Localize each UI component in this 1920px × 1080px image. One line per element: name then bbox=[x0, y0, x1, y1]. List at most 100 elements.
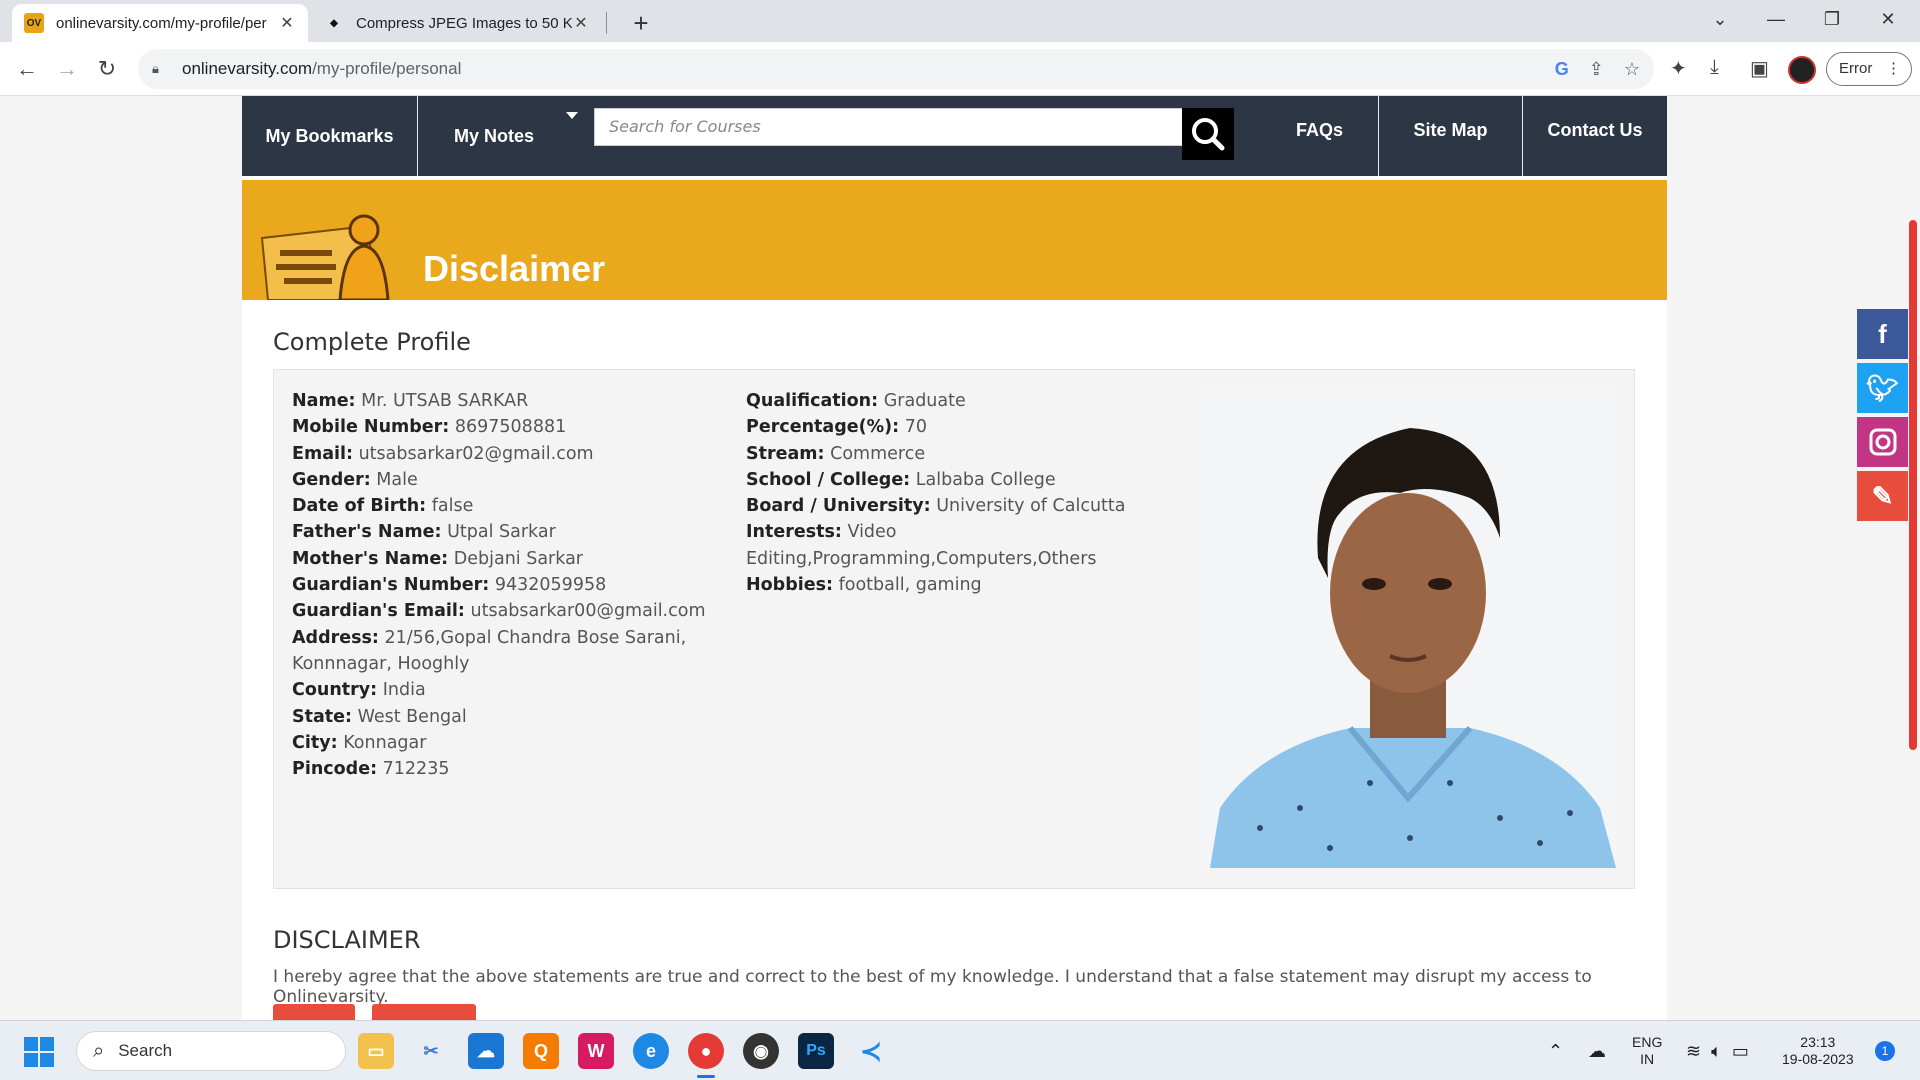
disclaimer-banner: Disclaimer bbox=[242, 180, 1667, 300]
language-code: ENG bbox=[1632, 1034, 1663, 1050]
address-bar[interactable]: 🔒︎ onlinevarsity.com/my-profile/personal… bbox=[138, 49, 1654, 89]
scrollbar-thumb[interactable] bbox=[1909, 220, 1917, 750]
twitter-icon[interactable]: 🐦︎ bbox=[1857, 363, 1908, 413]
onedrive-tray-icon[interactable]: ☁ bbox=[1588, 1021, 1606, 1080]
main-container: My Bookmarks My Notes Search for Courses… bbox=[242, 96, 1667, 1020]
tab-title: onlinevarsity.com/my-profile/per bbox=[56, 14, 267, 32]
obs-studio-icon[interactable]: ◉ bbox=[743, 1033, 779, 1069]
quickshare-app-icon[interactable]: Q bbox=[523, 1033, 559, 1069]
vscode-icon[interactable]: ≺ bbox=[853, 1033, 889, 1069]
photoshop-icon[interactable]: Ps bbox=[798, 1033, 834, 1069]
reload-button[interactable]: ↻ bbox=[90, 52, 124, 86]
tab-divider bbox=[606, 12, 607, 34]
profile-row: Hobbies: football, gaming bbox=[746, 575, 982, 596]
system-tray-status[interactable]: ≋ 🔈︎ ▭ bbox=[1686, 1021, 1749, 1080]
language-indicator[interactable]: ENG IN bbox=[1632, 1021, 1662, 1080]
tab-onlinevarsity[interactable]: OV onlinevarsity.com/my-profile/per ✕ bbox=[12, 4, 308, 42]
profile-row: Name: Mr. UTSAB SARKAR bbox=[292, 391, 529, 411]
profile-details-panel: Name: Mr. UTSAB SARKAR Mobile Number: 86… bbox=[273, 369, 1635, 889]
volume-icon: 🔈︎ bbox=[1711, 1040, 1722, 1061]
kebab-menu-icon[interactable]: ⋮ bbox=[1886, 53, 1901, 85]
profile-row: Mobile Number: 8697508881 bbox=[292, 417, 567, 438]
lock-icon[interactable]: 🔒︎ bbox=[152, 61, 168, 77]
profile-avatar[interactable] bbox=[1788, 56, 1816, 84]
bookmark-star-icon[interactable]: ☆ bbox=[1624, 59, 1640, 80]
taskbar-search-label: Search bbox=[118, 1041, 173, 1060]
page-viewport: My Bookmarks My Notes Search for Courses… bbox=[0, 96, 1920, 1020]
close-tab-icon[interactable]: ✕ bbox=[278, 13, 296, 33]
url-path: /my-profile/personal bbox=[312, 59, 462, 78]
tab-compress-jpeg[interactable]: ◆ Compress JPEG Images to 50 KB ✕ bbox=[312, 4, 602, 42]
profile-row: Pincode: 712235 bbox=[292, 759, 450, 780]
disclaimer-heading: DISCLAIMER bbox=[273, 926, 421, 954]
profile-row: City: Konnagar bbox=[292, 732, 427, 753]
nav-site-map[interactable]: Site Map bbox=[1379, 96, 1522, 164]
winrar-app-icon[interactable]: W bbox=[578, 1033, 614, 1069]
taskbar-search-box[interactable]: ⌕ Search bbox=[76, 1031, 346, 1071]
course-search-input[interactable]: Search for Courses bbox=[594, 108, 1184, 146]
profile-row: Qualification: Graduate bbox=[746, 391, 966, 411]
clock-time: 23:13 bbox=[1800, 1034, 1836, 1050]
notification-badge[interactable]: 1 bbox=[1875, 1041, 1895, 1061]
compress-favicon-icon: ◆ bbox=[330, 17, 338, 29]
profile-row: Date of Birth: false bbox=[292, 496, 474, 517]
file-explorer-icon[interactable]: ▭ bbox=[358, 1033, 394, 1069]
profile-row: Address: 21/56,Gopal Chandra Bose Sarani… bbox=[292, 627, 687, 648]
windows-taskbar: ⌕ Search ▭ ✂ ☁ Q W e ● ◉ Ps ≺ ⌃ ☁ ENG IN… bbox=[0, 1020, 1920, 1080]
show-hidden-icons-icon[interactable]: ⌃ bbox=[1548, 1021, 1563, 1080]
tab-title: Compress JPEG Images to 50 KB bbox=[356, 14, 572, 32]
chrome-browser-icon[interactable]: ● bbox=[688, 1033, 724, 1069]
battery-icon: ▭ bbox=[1731, 1040, 1749, 1061]
tab-search-chevron-icon[interactable]: ⌄ bbox=[1692, 0, 1748, 42]
profile-photo-avatar bbox=[1200, 388, 1616, 868]
close-window-button[interactable]: ✕ bbox=[1860, 0, 1916, 42]
profile-row: Stream: Commerce bbox=[746, 443, 926, 464]
facebook-icon[interactable]: f bbox=[1857, 309, 1908, 359]
caret-down-icon[interactable] bbox=[566, 112, 578, 119]
search-button[interactable] bbox=[1182, 108, 1234, 160]
nav-faqs[interactable]: FAQs bbox=[1247, 96, 1392, 164]
instagram-icon[interactable] bbox=[1857, 417, 1908, 467]
back-button[interactable]: ← bbox=[10, 52, 44, 86]
profile-row: Country: India bbox=[292, 680, 426, 701]
new-tab-button[interactable]: + bbox=[624, 6, 658, 40]
edit-icon[interactable]: ✎ bbox=[1857, 471, 1908, 521]
google-lens-icon[interactable]: G bbox=[1555, 59, 1569, 80]
banner-title: Disclaimer bbox=[423, 248, 606, 289]
nav-my-bookmarks[interactable]: My Bookmarks bbox=[242, 96, 417, 176]
onedrive-icon[interactable]: ☁ bbox=[468, 1033, 504, 1069]
profile-row: Gender: Male bbox=[292, 469, 418, 490]
active-app-indicator bbox=[697, 1075, 715, 1078]
profile-row: Mother's Name: Debjani Sarkar bbox=[292, 548, 583, 569]
disclaimer-text: I hereby agree that the above statements… bbox=[273, 967, 1592, 1007]
snipping-tool-icon[interactable]: ✂ bbox=[413, 1033, 449, 1069]
clock[interactable]: 23:13 19-08-2023 bbox=[1782, 1021, 1854, 1080]
share-icon[interactable]: ⇪ bbox=[1589, 59, 1604, 80]
agree-button[interactable] bbox=[273, 1004, 355, 1020]
search-icon: ⌕ bbox=[93, 1039, 105, 1062]
nav-contact-us[interactable]: Contact Us bbox=[1523, 96, 1667, 164]
restore-button[interactable]: ❐ bbox=[1804, 0, 1860, 42]
edit-profile-button[interactable] bbox=[372, 1004, 476, 1020]
edge-browser-icon[interactable]: e bbox=[633, 1033, 669, 1069]
profile-row: Guardian's Email: utsabsarkar00@gmail.co… bbox=[292, 601, 706, 622]
profile-row-continued: Konnnagar, Hooghly bbox=[292, 653, 470, 674]
profile-error-button[interactable]: Error ⋮ bbox=[1826, 52, 1912, 86]
minimize-button[interactable]: — bbox=[1748, 0, 1804, 42]
browser-tab-strip: OV onlinevarsity.com/my-profile/per ✕ ◆ … bbox=[0, 0, 1920, 42]
close-tab-icon[interactable]: ✕ bbox=[572, 13, 590, 33]
browser-toolbar: ← → ↻ 🔒︎ onlinevarsity.com/my-profile/pe… bbox=[0, 42, 1920, 96]
download-icon[interactable]: ⤓ bbox=[1710, 56, 1719, 79]
profile-error-label: Error bbox=[1839, 60, 1873, 77]
forward-button[interactable]: → bbox=[50, 52, 84, 86]
profile-row: Interests: Video bbox=[746, 522, 897, 543]
wifi-icon: ≋ bbox=[1686, 1040, 1702, 1061]
profile-row: Percentage(%): 70 bbox=[746, 417, 927, 438]
windows-start-icon[interactable] bbox=[24, 1037, 54, 1067]
profile-row: State: West Bengal bbox=[292, 706, 467, 727]
search-icon bbox=[1192, 118, 1225, 151]
nav-my-notes[interactable]: My Notes bbox=[418, 96, 570, 176]
url-host: onlinevarsity.com bbox=[182, 59, 313, 78]
side-panel-icon[interactable]: ▣ bbox=[1750, 56, 1769, 81]
extensions-icon[interactable]: ✦ bbox=[1670, 56, 1687, 81]
